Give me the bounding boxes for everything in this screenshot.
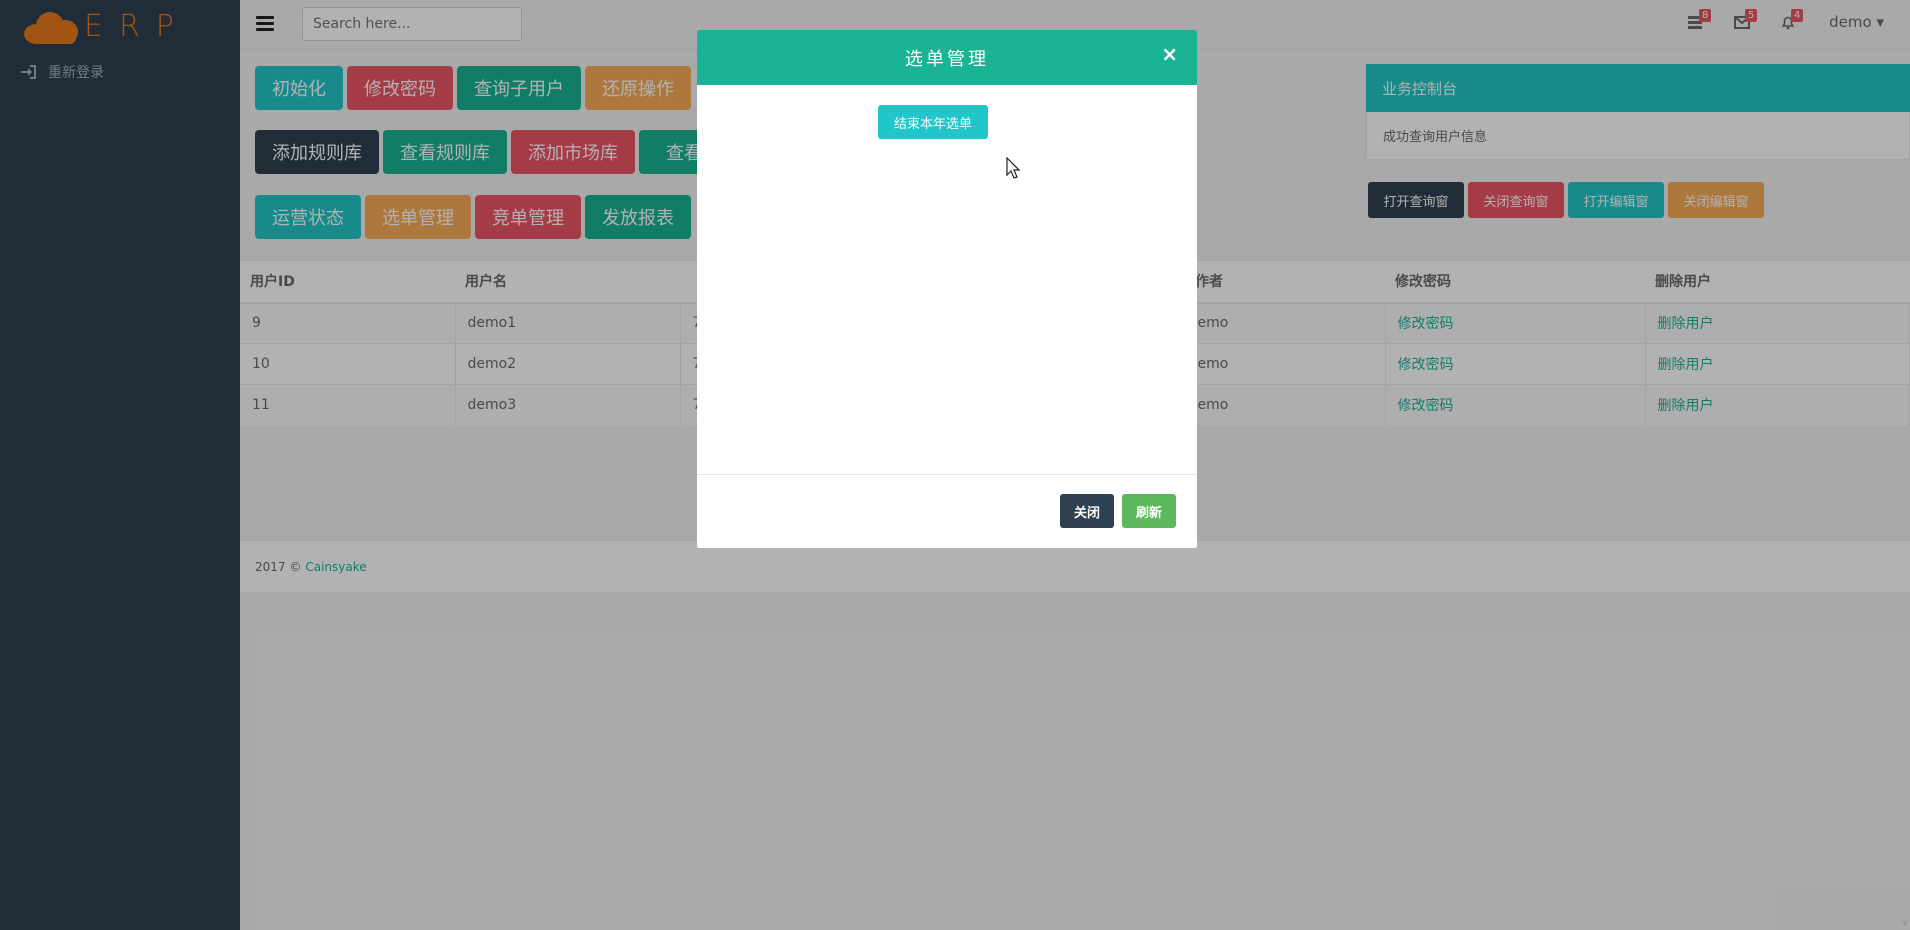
modal-close-button[interactable]: 关闭 [1060,494,1114,528]
order-management-modal: 选单管理 × 结束本年选单 关闭 刷新 [697,30,1197,548]
mouse-cursor-icon [1006,156,1021,179]
modal-header: 选单管理 × [697,30,1197,85]
modal-footer-divider [697,474,1197,475]
modal-refresh-button[interactable]: 刷新 [1122,494,1176,528]
end-year-selection-button[interactable]: 结束本年选单 [878,105,988,139]
scroll-down-icon[interactable]: ▼ [1902,919,1908,928]
close-icon[interactable]: × [1161,42,1181,66]
modal-title: 选单管理 [905,48,989,70]
